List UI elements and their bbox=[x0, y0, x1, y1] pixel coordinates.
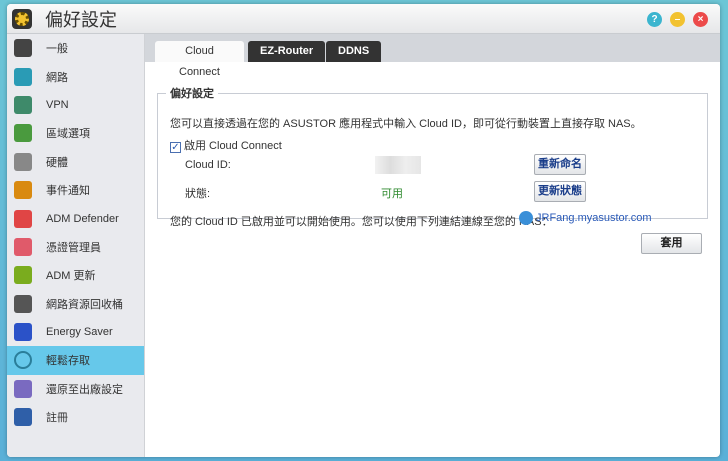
preferences-window: 偏好設定 ? – × 一般網路 VPN 區域選項硬體事件通知 ADM Defender… bbox=[7, 4, 720, 457]
sidebar-item[interactable]: ADM 更新 bbox=[7, 261, 144, 289]
help-icon[interactable]: ? bbox=[647, 12, 662, 27]
register-icon bbox=[14, 408, 32, 427]
apply-button[interactable]: 套用 bbox=[641, 233, 702, 254]
sidebar-item-label: 硬體 bbox=[46, 156, 68, 169]
nas-link[interactable]: JRFang.myasustor.com bbox=[519, 211, 652, 225]
tab-cloud-connect[interactable]: Cloud Connect bbox=[155, 41, 244, 78]
server-icon bbox=[14, 39, 32, 58]
cloud-upload-icon bbox=[14, 351, 32, 370]
globe-icon bbox=[14, 67, 32, 86]
sidebar-item[interactable]: 輕鬆存取 bbox=[7, 346, 144, 375]
sidebar-item[interactable]: 註冊 bbox=[7, 403, 144, 431]
lightning-icon bbox=[14, 323, 32, 342]
title-bar: 偏好設定 ? – × bbox=[7, 4, 720, 34]
sidebar-item-label: 區域選項 bbox=[46, 128, 90, 141]
trash-icon bbox=[14, 294, 32, 313]
refresh-status-button[interactable]: 更新狀態 bbox=[534, 181, 586, 202]
sidebar-item[interactable]: 事件通知 bbox=[7, 176, 144, 204]
sidebar-item[interactable]: 憑證管理員 bbox=[7, 233, 144, 261]
status-value: 可用 bbox=[381, 188, 403, 200]
tab-ddns[interactable]: DDNS bbox=[326, 41, 382, 62]
nas-link-text[interactable]: JRFang.myasustor.com bbox=[536, 212, 652, 224]
checkbox-checked-icon[interactable]: ✓ bbox=[170, 142, 181, 153]
update-arrow-icon bbox=[14, 266, 32, 285]
sidebar-item-label: VPN bbox=[46, 98, 69, 111]
sidebar-item-label: Energy Saver bbox=[46, 326, 113, 339]
sidebar: 一般網路 VPN 區域選項硬體事件通知 ADM Defender 憑證管理員 ADM 更新… bbox=[7, 34, 145, 457]
tab-ez-router[interactable]: EZ-Router bbox=[248, 41, 326, 62]
share-icon bbox=[519, 211, 533, 225]
undo-icon bbox=[14, 379, 32, 398]
minimize-icon[interactable]: – bbox=[670, 12, 685, 27]
house-icon bbox=[14, 95, 32, 114]
alert-icon bbox=[14, 181, 32, 200]
cloud-id-label: Cloud ID: bbox=[185, 159, 231, 171]
cloud-id-value-blurred bbox=[375, 156, 421, 174]
tab-bar: Cloud Connect EZ-Router DDNS bbox=[145, 34, 720, 78]
sidebar-item[interactable]: 網路資源回收桶 bbox=[7, 290, 144, 318]
sidebar-item[interactable]: Energy Saver bbox=[7, 318, 144, 346]
window-title: 偏好設定 bbox=[45, 9, 117, 30]
sidebar-item-label: 網路 bbox=[46, 71, 68, 84]
sidebar-item[interactable]: 區域選項 bbox=[7, 119, 144, 147]
hardware-icon bbox=[14, 152, 32, 171]
sidebar-item-label: ADM 更新 bbox=[46, 270, 96, 283]
sidebar-item[interactable]: 一般 bbox=[7, 34, 144, 62]
close-icon[interactable]: × bbox=[693, 12, 708, 27]
sidebar-item[interactable]: VPN bbox=[7, 91, 144, 119]
sidebar-item-label: 輕鬆存取 bbox=[46, 355, 90, 368]
sidebar-item[interactable]: ADM Defender bbox=[7, 204, 144, 232]
sidebar-item-label: 還原至出廠設定 bbox=[46, 383, 123, 396]
sidebar-item[interactable]: 硬體 bbox=[7, 148, 144, 176]
firewall-icon bbox=[14, 209, 32, 228]
enable-cloud-connect-checkbox[interactable]: ✓ 啟用 Cloud Connect bbox=[170, 137, 282, 153]
sidebar-item[interactable]: 還原至出廠設定 bbox=[7, 375, 144, 403]
sidebar-item-label: 一般 bbox=[46, 43, 68, 56]
sidebar-item-label: 網路資源回收桶 bbox=[46, 298, 123, 311]
description-text: 您可以直接透過在您的 ASUSTOR 應用程式中輸入 Cloud ID，即可從行… bbox=[170, 118, 642, 130]
preferences-app-icon bbox=[12, 8, 32, 29]
preferences-group: 偏好設定 您可以直接透過在您的 ASUSTOR 應用程式中輸入 Cloud ID… bbox=[157, 85, 708, 228]
certificate-icon bbox=[14, 237, 32, 256]
region-icon bbox=[14, 124, 32, 143]
sidebar-item-label: 憑證管理員 bbox=[46, 241, 101, 254]
sidebar-item-label: 事件通知 bbox=[46, 185, 90, 198]
ready-text: 您的 Cloud ID 已啟用並可以開始使用。您可以使用下列連結連線至您的 NA… bbox=[170, 216, 553, 228]
enable-label: 啟用 Cloud Connect bbox=[184, 140, 282, 152]
rename-button[interactable]: 重新命名 bbox=[534, 154, 586, 175]
sidebar-item-label: 註冊 bbox=[46, 412, 68, 425]
sidebar-item-label: ADM Defender bbox=[46, 212, 119, 225]
main-panel: Cloud Connect EZ-Router DDNS 偏好設定 您可以直接透… bbox=[145, 34, 720, 457]
status-label: 狀態: bbox=[185, 188, 211, 200]
group-legend: 偏好設定 bbox=[170, 88, 214, 100]
sidebar-item[interactable]: 網路 bbox=[7, 62, 144, 90]
